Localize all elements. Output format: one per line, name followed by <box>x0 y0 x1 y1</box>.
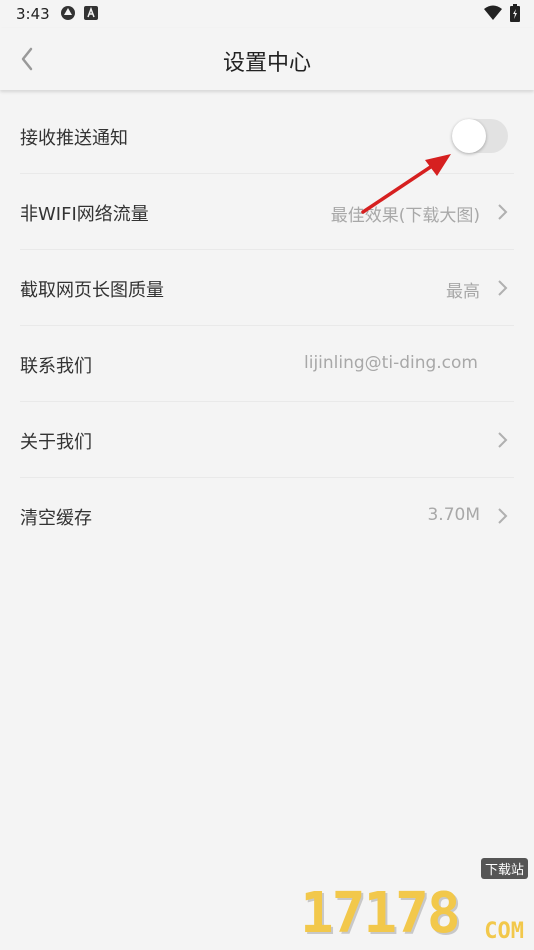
contact-email: lijinling@ti-ding.com <box>304 353 478 373</box>
setting-label: 关于我们 <box>20 432 92 453</box>
toggle-knob <box>452 119 486 153</box>
setting-screenshot-quality[interactable]: 截取网页长图质量 最高 <box>20 250 514 326</box>
status-time: 3:43 <box>16 5 50 23</box>
battery-icon <box>510 4 520 22</box>
chevron-right-icon <box>498 432 508 448</box>
setting-value: 最高 <box>446 282 480 302</box>
status-system-icons <box>484 4 520 22</box>
app-a-icon <box>84 6 98 20</box>
setting-label: 非WIFI网络流量 <box>20 204 149 225</box>
nav-bar: 设置中心 <box>0 28 534 90</box>
annotation-arrow <box>361 154 451 214</box>
site-watermark: 17178 下载站 COM <box>300 858 530 950</box>
chevron-right-icon <box>498 280 508 296</box>
cache-size: 3.70M <box>427 505 480 525</box>
setting-label: 截取网页长图质量 <box>20 280 164 301</box>
setting-clear-cache[interactable]: 清空缓存 3.70M <box>20 478 514 553</box>
status-bar: 3:43 <box>0 0 534 28</box>
setting-contact-us[interactable]: 联系我们 lijinling@ti-ding.com <box>20 326 514 402</box>
chevron-right-icon <box>498 508 508 524</box>
watermark-number: 17178 <box>300 881 461 946</box>
watermark-badge: 下载站 <box>480 858 528 879</box>
setting-label: 接收推送通知 <box>20 128 128 149</box>
page-title: 设置中心 <box>222 51 311 76</box>
setting-about-us[interactable]: 关于我们 <box>20 402 514 478</box>
sync-icon <box>61 6 75 20</box>
watermark-domain: COM <box>484 919 524 944</box>
chevron-right-icon <box>498 204 508 220</box>
setting-label: 联系我们 <box>20 356 92 377</box>
wifi-icon <box>484 5 502 20</box>
setting-label: 清空缓存 <box>20 508 92 529</box>
push-notification-toggle[interactable] <box>452 119 508 153</box>
status-notification-icons <box>60 5 98 21</box>
